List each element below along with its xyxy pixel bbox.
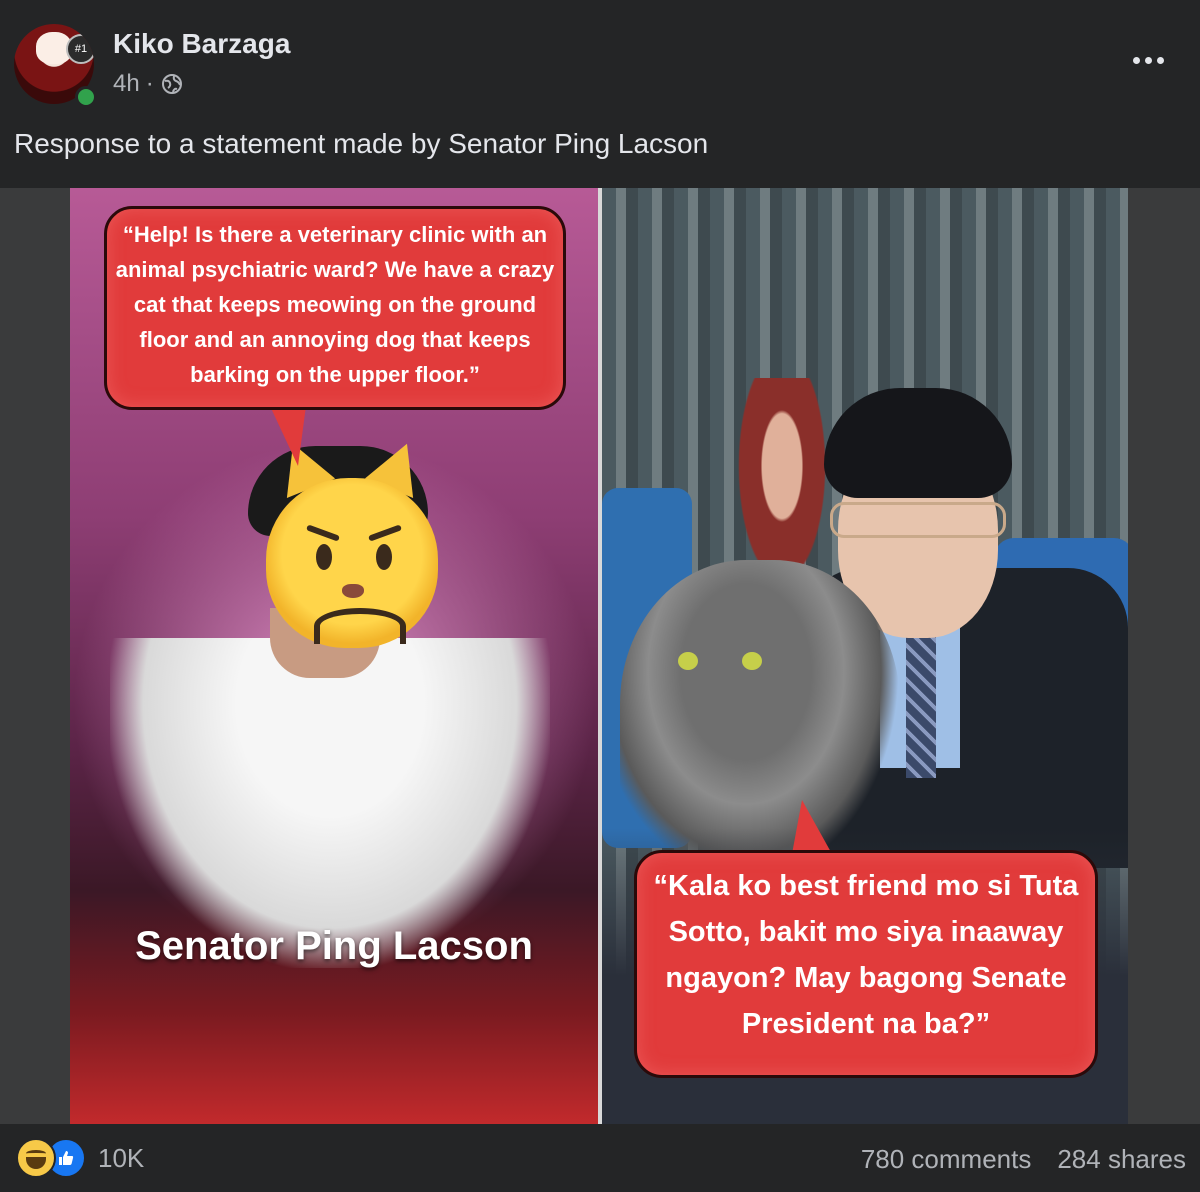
- shares-count-link[interactable]: 284 shares: [1057, 1144, 1186, 1175]
- post-timestamp[interactable]: 4h: [113, 70, 140, 98]
- cat-photo-eye: [742, 652, 762, 670]
- reaction-count: 10K: [98, 1142, 145, 1173]
- footer-stats: 780 comments 284 shares: [861, 1144, 1186, 1175]
- cat-mouth: [314, 608, 406, 644]
- striped-tie: [906, 628, 936, 778]
- post-meta: 4h ·: [113, 70, 184, 98]
- man-hair: [824, 388, 1012, 498]
- more-options-icon[interactable]: [1126, 44, 1170, 76]
- avatar-rank-badge: #1: [66, 34, 94, 64]
- speech-bubble-tail: [792, 800, 832, 854]
- cat-photo-eye: [678, 652, 698, 670]
- cat-nose: [342, 584, 364, 598]
- comments-count-link[interactable]: 780 comments: [861, 1144, 1032, 1175]
- image-left-panel: “Help! Is there a veterinary clinic with…: [70, 188, 598, 1124]
- online-status-dot: [75, 86, 97, 108]
- glasses: [830, 502, 1006, 538]
- post-image[interactable]: “Help! Is there a veterinary clinic with…: [0, 188, 1200, 1124]
- speech-bubble-left: “Help! Is there a veterinary clinic with…: [104, 206, 566, 410]
- post-header: #1 Kiko Barzaga 4h ·: [0, 0, 1200, 112]
- speech-bubble-right: “Kala ko best friend mo si Tuta Sotto, b…: [634, 850, 1098, 1078]
- post-footer: 10K 780 comments 284 shares: [0, 1124, 1200, 1192]
- haha-reaction-icon: [16, 1138, 56, 1178]
- name-label: Senator Ping Lacson: [135, 924, 533, 968]
- speech-bubble-tail: [270, 406, 306, 466]
- author-name[interactable]: Kiko Barzaga: [113, 28, 290, 60]
- reactions-summary[interactable]: 10K: [16, 1138, 145, 1178]
- cat-eye: [376, 544, 392, 570]
- post-caption: Response to a statement made by Senator …: [14, 128, 709, 159]
- image-right-panel: “Kala ko best friend mo si Tuta Sotto, b…: [602, 188, 1128, 1124]
- globe-icon[interactable]: [160, 72, 184, 96]
- cat-eye: [316, 544, 332, 570]
- white-shirt-figure: [110, 638, 550, 968]
- meta-separator: ·: [145, 70, 154, 97]
